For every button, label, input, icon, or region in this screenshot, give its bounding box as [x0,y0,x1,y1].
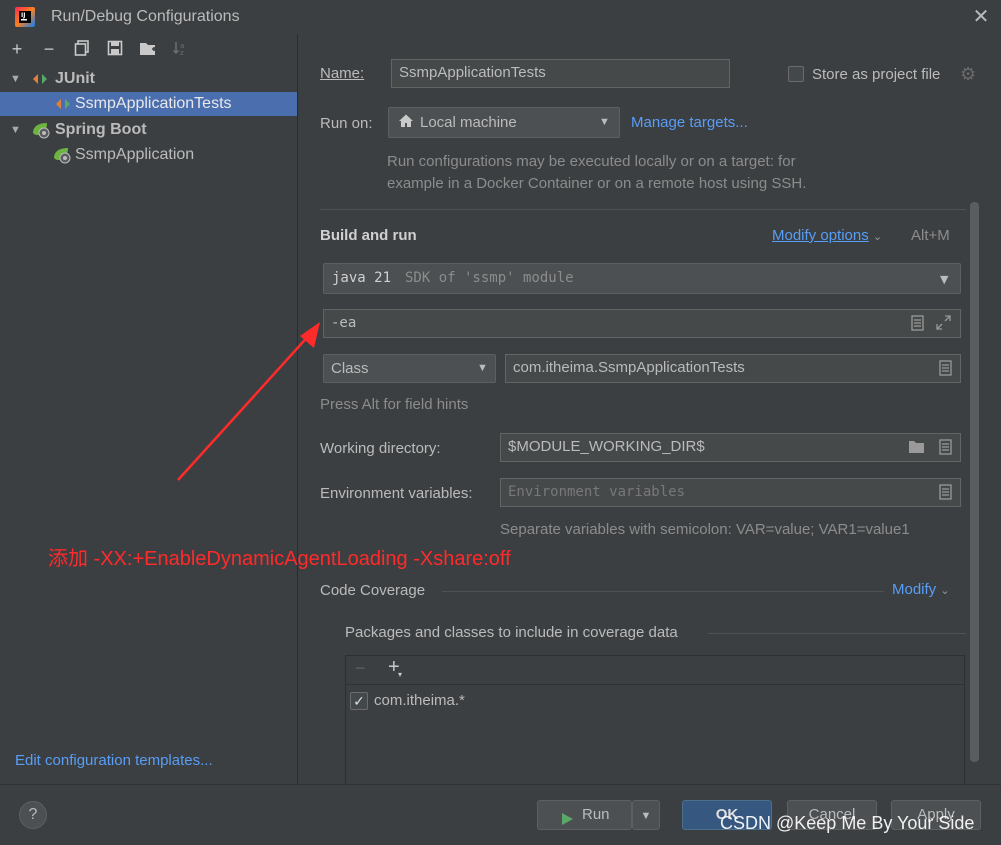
test-kind-value: Class [331,360,369,377]
edit-configuration-templates-link[interactable]: Edit configuration templates... [15,752,213,769]
coverage-list-toolbar: − + ▾ [346,656,964,685]
environment-variables-label: Environment variables: [320,485,473,502]
class-field[interactable]: com.itheima.SsmpApplicationTests [505,354,961,383]
run-on-hint-line2: example in a Docker Container or on a re… [387,175,807,192]
build-and-run-title: Build and run [320,227,417,244]
document-icon[interactable] [910,315,924,331]
vm-options-field[interactable]: -ea [323,309,961,338]
svg-text:IJ: IJ [21,12,25,19]
vertical-scrollbar[interactable] [970,202,979,762]
sdk-dropdown[interactable]: java 21 SDK of 'ssmp' module ▼ [323,263,961,294]
sort-icon[interactable]: az [171,40,189,58]
code-coverage-title: Code Coverage [320,582,426,599]
intellij-app-icon: IJ [14,6,36,28]
gear-icon[interactable]: ⚙ [960,65,978,83]
manage-targets-link[interactable]: Manage targets... [631,114,748,131]
chevron-down-icon: ▼ [940,273,949,286]
working-directory-field[interactable]: $MODULE_WORKING_DIR$ [500,433,961,462]
sdk-detail: SDK of 'ssmp' module [405,270,574,286]
document-icon[interactable] [938,360,952,376]
chevron-down-icon: ⌄ [872,231,883,243]
remove-icon[interactable]: − [40,40,58,58]
field-hint: Press Alt for field hints [320,396,469,413]
annotation-text: 添加 -XX:+EnableDynamicAgentLoading -Xshar… [48,548,511,570]
name-label-text: Name: [320,65,365,82]
name-field[interactable]: SsmpApplicationTests [391,59,730,88]
run-on-value: Local machine [420,114,517,131]
environment-variables-field[interactable]: Environment variables [500,478,961,507]
home-icon [398,113,414,129]
coverage-item-checkbox[interactable]: ✓ [350,692,368,710]
section-divider [442,591,884,592]
tree-group-junit[interactable]: ▼ JUnit [0,67,297,91]
tree-label: SsmpApplication [75,146,195,163]
modify-options-link[interactable]: Modify options ⌄ [772,227,882,244]
run-on-hint-line1: Run configurations may be executed local… [387,153,796,170]
junit-test-icon [55,96,71,112]
run-button-label: Run [582,806,610,823]
environment-variables-hint: Separate variables with semicolon: VAR=v… [500,521,910,538]
working-directory-label: Working directory: [320,440,441,457]
annotation-arrow [177,322,320,481]
remove-icon[interactable]: − [355,658,366,679]
document-icon[interactable] [938,439,952,455]
tree-item-ssmpapplication[interactable]: SsmpApplication [0,143,297,167]
coverage-modify-text: Modify [892,581,937,598]
sdk-main: java 21 [332,270,392,286]
section-divider [708,633,966,634]
title-bar: IJ Run/Debug Configurations ✕ [0,0,1001,34]
run-button[interactable]: Run [537,800,632,830]
spring-boot-icon [31,121,51,139]
folder-add-icon[interactable] [139,40,157,58]
junit-icon [32,71,48,87]
run-icon [560,808,574,825]
expand-icon[interactable] [936,315,951,331]
add-icon[interactable]: + [8,40,26,58]
environment-variables-placeholder: Environment variables [508,484,686,500]
store-as-project-checkbox[interactable] [788,66,804,82]
name-label: Name: [320,65,364,82]
store-as-project-label: Store as project file [812,66,941,83]
chevron-down-icon[interactable]: ▼ [10,118,22,142]
test-kind-dropdown[interactable]: Class ▼ [323,354,496,383]
section-divider [320,209,966,210]
help-icon[interactable]: ? [19,801,47,829]
chevron-down-icon[interactable]: ▼ [10,67,22,91]
run-options-dropdown[interactable]: ▼ [632,800,660,830]
close-icon[interactable]: ✕ [970,6,992,28]
window-title: Run/Debug Configurations [51,8,240,25]
modify-options-shortcut: Alt+M [911,227,950,244]
document-icon[interactable] [938,484,952,500]
coverage-packages-title: Packages and classes to include in cover… [345,624,678,641]
tree-label: SsmpApplicationTests [75,95,232,112]
tree-group-spring-boot[interactable]: ▼ Spring Boot [0,118,297,142]
run-on-label: Run on: [320,115,373,132]
chevron-down-icon: ▼ [599,116,610,128]
coverage-modify-link[interactable]: Modify ⌄ [892,581,950,598]
modify-options-text: Modify options [772,227,869,244]
tree-item-ssmpapplicationtests[interactable]: SsmpApplicationTests [0,92,297,116]
spring-boot-app-icon [52,146,72,164]
tree-label: Spring Boot [55,121,147,138]
save-icon[interactable] [106,40,124,58]
chevron-down-icon: ▼ [477,362,488,374]
svg-text:z: z [180,49,184,56]
vm-options-value: -ea [331,315,357,331]
run-on-dropdown[interactable]: Local machine ▼ [388,107,620,138]
tree-label: JUnit [55,70,95,87]
coverage-item-label: com.itheima.* [374,692,465,709]
copy-icon[interactable] [73,40,91,58]
folder-icon[interactable] [907,439,927,455]
chevron-down-icon: ⌄ [940,585,950,597]
chevron-down-icon: ▼ [640,810,652,822]
watermark: CSDN @Keep Me By Your Side [720,813,975,833]
chevron-down-icon: ▾ [398,670,403,679]
